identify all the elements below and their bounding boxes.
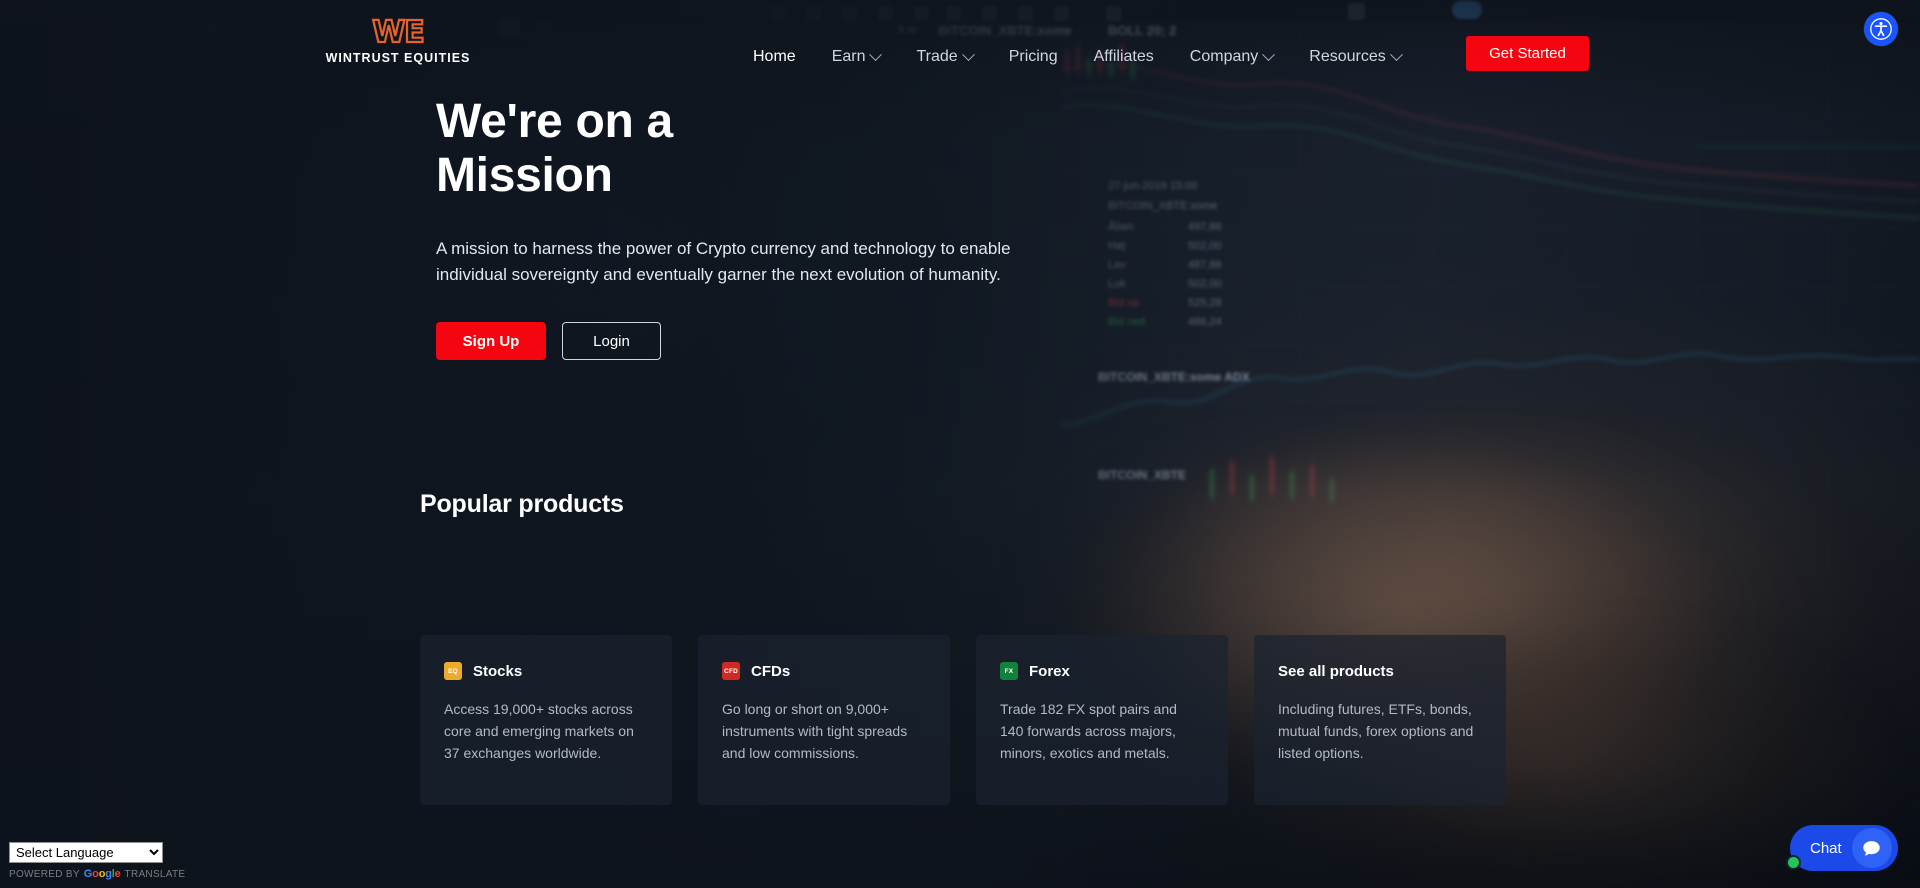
page-root: 5 m BITCOIN_XBTE:xome BOLL 20; 2 27-jun-… xyxy=(0,0,1920,888)
card-description: Including futures, ETFs, bonds, mutual f… xyxy=(1278,701,1474,761)
sign-up-button[interactable]: Sign Up xyxy=(436,322,546,360)
card-header: EQ Stocks xyxy=(444,661,648,681)
nav-item-home[interactable]: Home xyxy=(735,42,814,72)
nav-label: Earn xyxy=(831,48,866,65)
accessibility-person-icon xyxy=(1870,18,1892,40)
hero-paragraph: A mission to harness the power of Crypto… xyxy=(436,239,1011,284)
hero-heading: We're on a Mission xyxy=(436,95,673,202)
chevron-down-icon xyxy=(961,47,975,61)
card-description: Trade 182 FX spot pairs and 140 forwards… xyxy=(1000,701,1177,761)
card-title: Forex xyxy=(1029,662,1070,680)
cfd-badge-icon: CFD xyxy=(722,662,740,680)
powered-by-google-translate: POWERED BY Google TRANSLATE xyxy=(9,868,185,880)
powered-suffix: TRANSLATE xyxy=(124,868,186,880)
card-description: Go long or short on 9,000+ instruments w… xyxy=(722,701,908,761)
card-title: CFDs xyxy=(751,662,791,680)
card-header: CFD CFDs xyxy=(722,661,926,681)
nav-label: Trade xyxy=(916,48,958,65)
speech-bubble-icon xyxy=(1863,840,1880,856)
google-logo-icon: Google xyxy=(84,868,121,880)
nav-item-company[interactable]: Company xyxy=(1172,42,1291,72)
product-card-cfds[interactable]: CFD CFDs Go long or short on 9,000+ inst… xyxy=(698,635,950,805)
chevron-down-icon xyxy=(1262,47,1276,61)
popular-products-section: Popular products EQ Stocks Access 19,000… xyxy=(420,490,1600,805)
nav-item-trade[interactable]: Trade xyxy=(898,42,990,72)
accessibility-button[interactable] xyxy=(1864,12,1898,46)
stocks-badge-icon: EQ xyxy=(444,662,462,680)
language-select[interactable]: Select Language English Spanish French G… xyxy=(9,842,163,863)
chat-bubble-icon xyxy=(1851,828,1892,868)
brand-logo[interactable]: WE WINTRUST EQUITIES xyxy=(318,15,478,65)
nav-item-pricing[interactable]: Pricing xyxy=(991,42,1076,72)
product-card-list: EQ Stocks Access 19,000+ stocks across c… xyxy=(420,635,1506,805)
get-started-button[interactable]: Get Started xyxy=(1466,36,1589,71)
google-letter-g: G xyxy=(83,868,93,880)
powered-prefix: POWERED BY xyxy=(9,868,80,880)
product-card-forex[interactable]: FX Forex Trade 182 FX spot pairs and 140… xyxy=(976,635,1228,805)
google-translate-widget: Select Language English Spanish French G… xyxy=(9,842,185,880)
hero-section: We're on a Mission A mission to harness … xyxy=(436,95,1136,360)
nav-item-resources[interactable]: Resources xyxy=(1291,42,1418,72)
nav-label: Home xyxy=(753,48,796,65)
nav-item-earn[interactable]: Earn xyxy=(814,42,899,72)
card-header: See all products xyxy=(1278,661,1482,681)
nav-item-affiliates[interactable]: Affiliates xyxy=(1076,42,1172,72)
product-card-stocks[interactable]: EQ Stocks Access 19,000+ stocks across c… xyxy=(420,635,672,805)
brand-name: WINTRUST EQUITIES xyxy=(325,51,471,65)
nav-label: Company xyxy=(1189,48,1259,65)
login-button[interactable]: Login xyxy=(562,322,661,360)
logo-mark-icon: WE xyxy=(371,15,426,50)
chevron-down-icon xyxy=(1389,47,1403,61)
chat-label: Chat xyxy=(1810,839,1842,857)
nav-label: Affiliates xyxy=(1093,48,1154,65)
google-letter-e: e xyxy=(114,868,121,880)
hero-actions: Sign Up Login xyxy=(436,322,1136,360)
products-heading: Popular products xyxy=(420,490,624,518)
card-header: FX Forex xyxy=(1000,661,1204,681)
card-title: See all products xyxy=(1278,662,1394,680)
chat-widget[interactable]: Chat xyxy=(1786,825,1898,871)
main-navigation: Home Earn Trade Pricing Affiliates Compa… xyxy=(735,42,1419,72)
nav-label: Resources xyxy=(1309,48,1386,65)
chevron-down-icon xyxy=(869,47,883,61)
card-description: Access 19,000+ stocks across core and em… xyxy=(444,701,634,761)
online-status-dot xyxy=(1786,855,1801,870)
card-title: Stocks xyxy=(473,662,523,680)
site-header: WE WINTRUST EQUITIES Home Earn Trade Pri… xyxy=(0,0,1920,84)
nav-label: Pricing xyxy=(1008,48,1058,65)
product-card-see-all[interactable]: See all products Including futures, ETFs… xyxy=(1254,635,1506,805)
forex-badge-icon: FX xyxy=(1000,662,1018,680)
